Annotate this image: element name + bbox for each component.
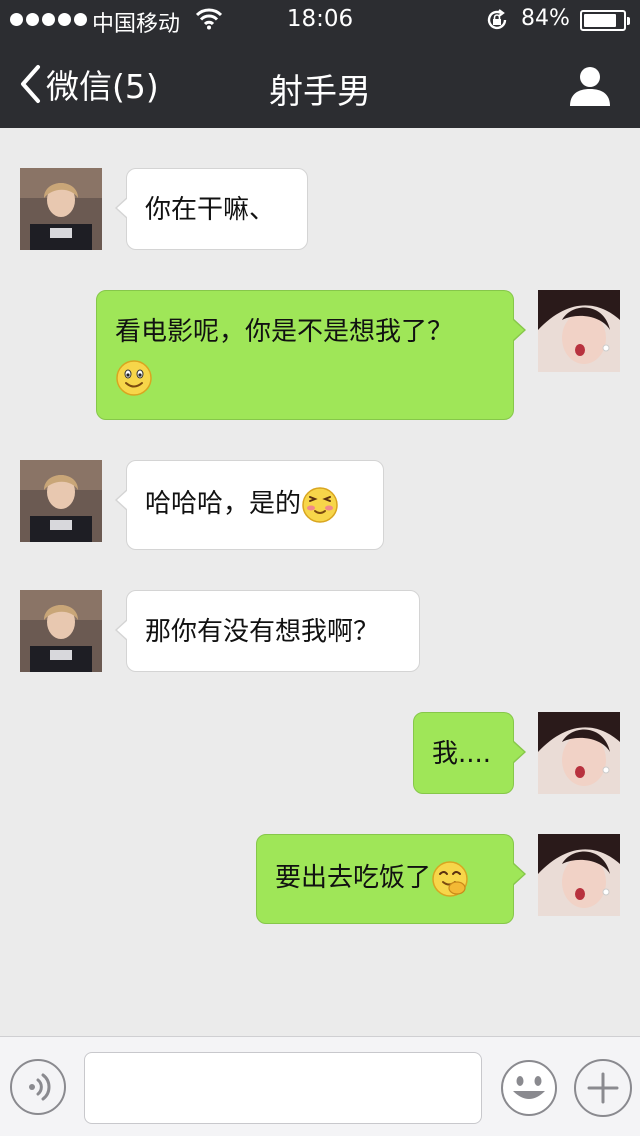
message-bubble-incoming[interactable]: 那你有没有想我啊？ — [115, 590, 420, 672]
chat-title: 射手男 — [269, 72, 371, 112]
message-text: 你在干嘛、 — [145, 195, 276, 225]
battery-fill — [584, 14, 616, 27]
my-avatar[interactable] — [538, 834, 620, 916]
contact-avatar[interactable] — [20, 460, 102, 542]
nav-bar: 微信(5) 射手男 — [0, 40, 640, 128]
message-bubble-incoming[interactable]: 你在干嘛、 — [115, 168, 308, 250]
message-text: 哈哈哈，是的 — [145, 489, 302, 519]
smile-emoji-icon — [115, 359, 153, 397]
battery-icon — [580, 10, 630, 31]
battery-percent: 84% — [521, 6, 570, 31]
contact-avatar[interactable] — [20, 168, 102, 250]
my-avatar[interactable] — [538, 290, 620, 372]
person-icon[interactable] — [566, 62, 614, 110]
message-bubble-outgoing[interactable]: 要出去吃饭了 — [256, 834, 526, 924]
message-text: 要出去吃饭了 — [275, 863, 432, 893]
emoji-face-icon[interactable] — [500, 1059, 558, 1117]
plus-icon — [587, 1072, 619, 1104]
message-input[interactable] — [84, 1052, 482, 1124]
voice-button[interactable] — [10, 1059, 66, 1115]
message-text: 那你有没有想我啊？ — [145, 617, 380, 647]
giggle-emoji-icon — [431, 860, 469, 898]
message-text: 我.... — [432, 739, 492, 769]
message-text: 看电影呢，你是不是想我了？ — [115, 317, 454, 347]
voice-icon — [29, 1073, 51, 1101]
status-bar: 中国移动 18:06 84% — [0, 0, 640, 40]
message-bubble-incoming[interactable]: 哈哈哈，是的 — [115, 460, 384, 550]
rotation-lock-icon — [487, 9, 507, 30]
plus-button[interactable] — [574, 1059, 632, 1117]
my-avatar[interactable] — [538, 712, 620, 794]
input-bar — [0, 1036, 640, 1136]
message-bubble-outgoing[interactable]: 我.... — [413, 712, 526, 794]
chat-area: 你在干嘛、 看电影呢，你是不是想我了？ 哈哈哈，是的 那你有没有想我啊？ 我..… — [0, 128, 640, 1036]
contact-avatar[interactable] — [20, 590, 102, 672]
message-bubble-outgoing[interactable]: 看电影呢，你是不是想我了？ — [96, 290, 526, 420]
shy-emoji-icon — [301, 486, 339, 524]
